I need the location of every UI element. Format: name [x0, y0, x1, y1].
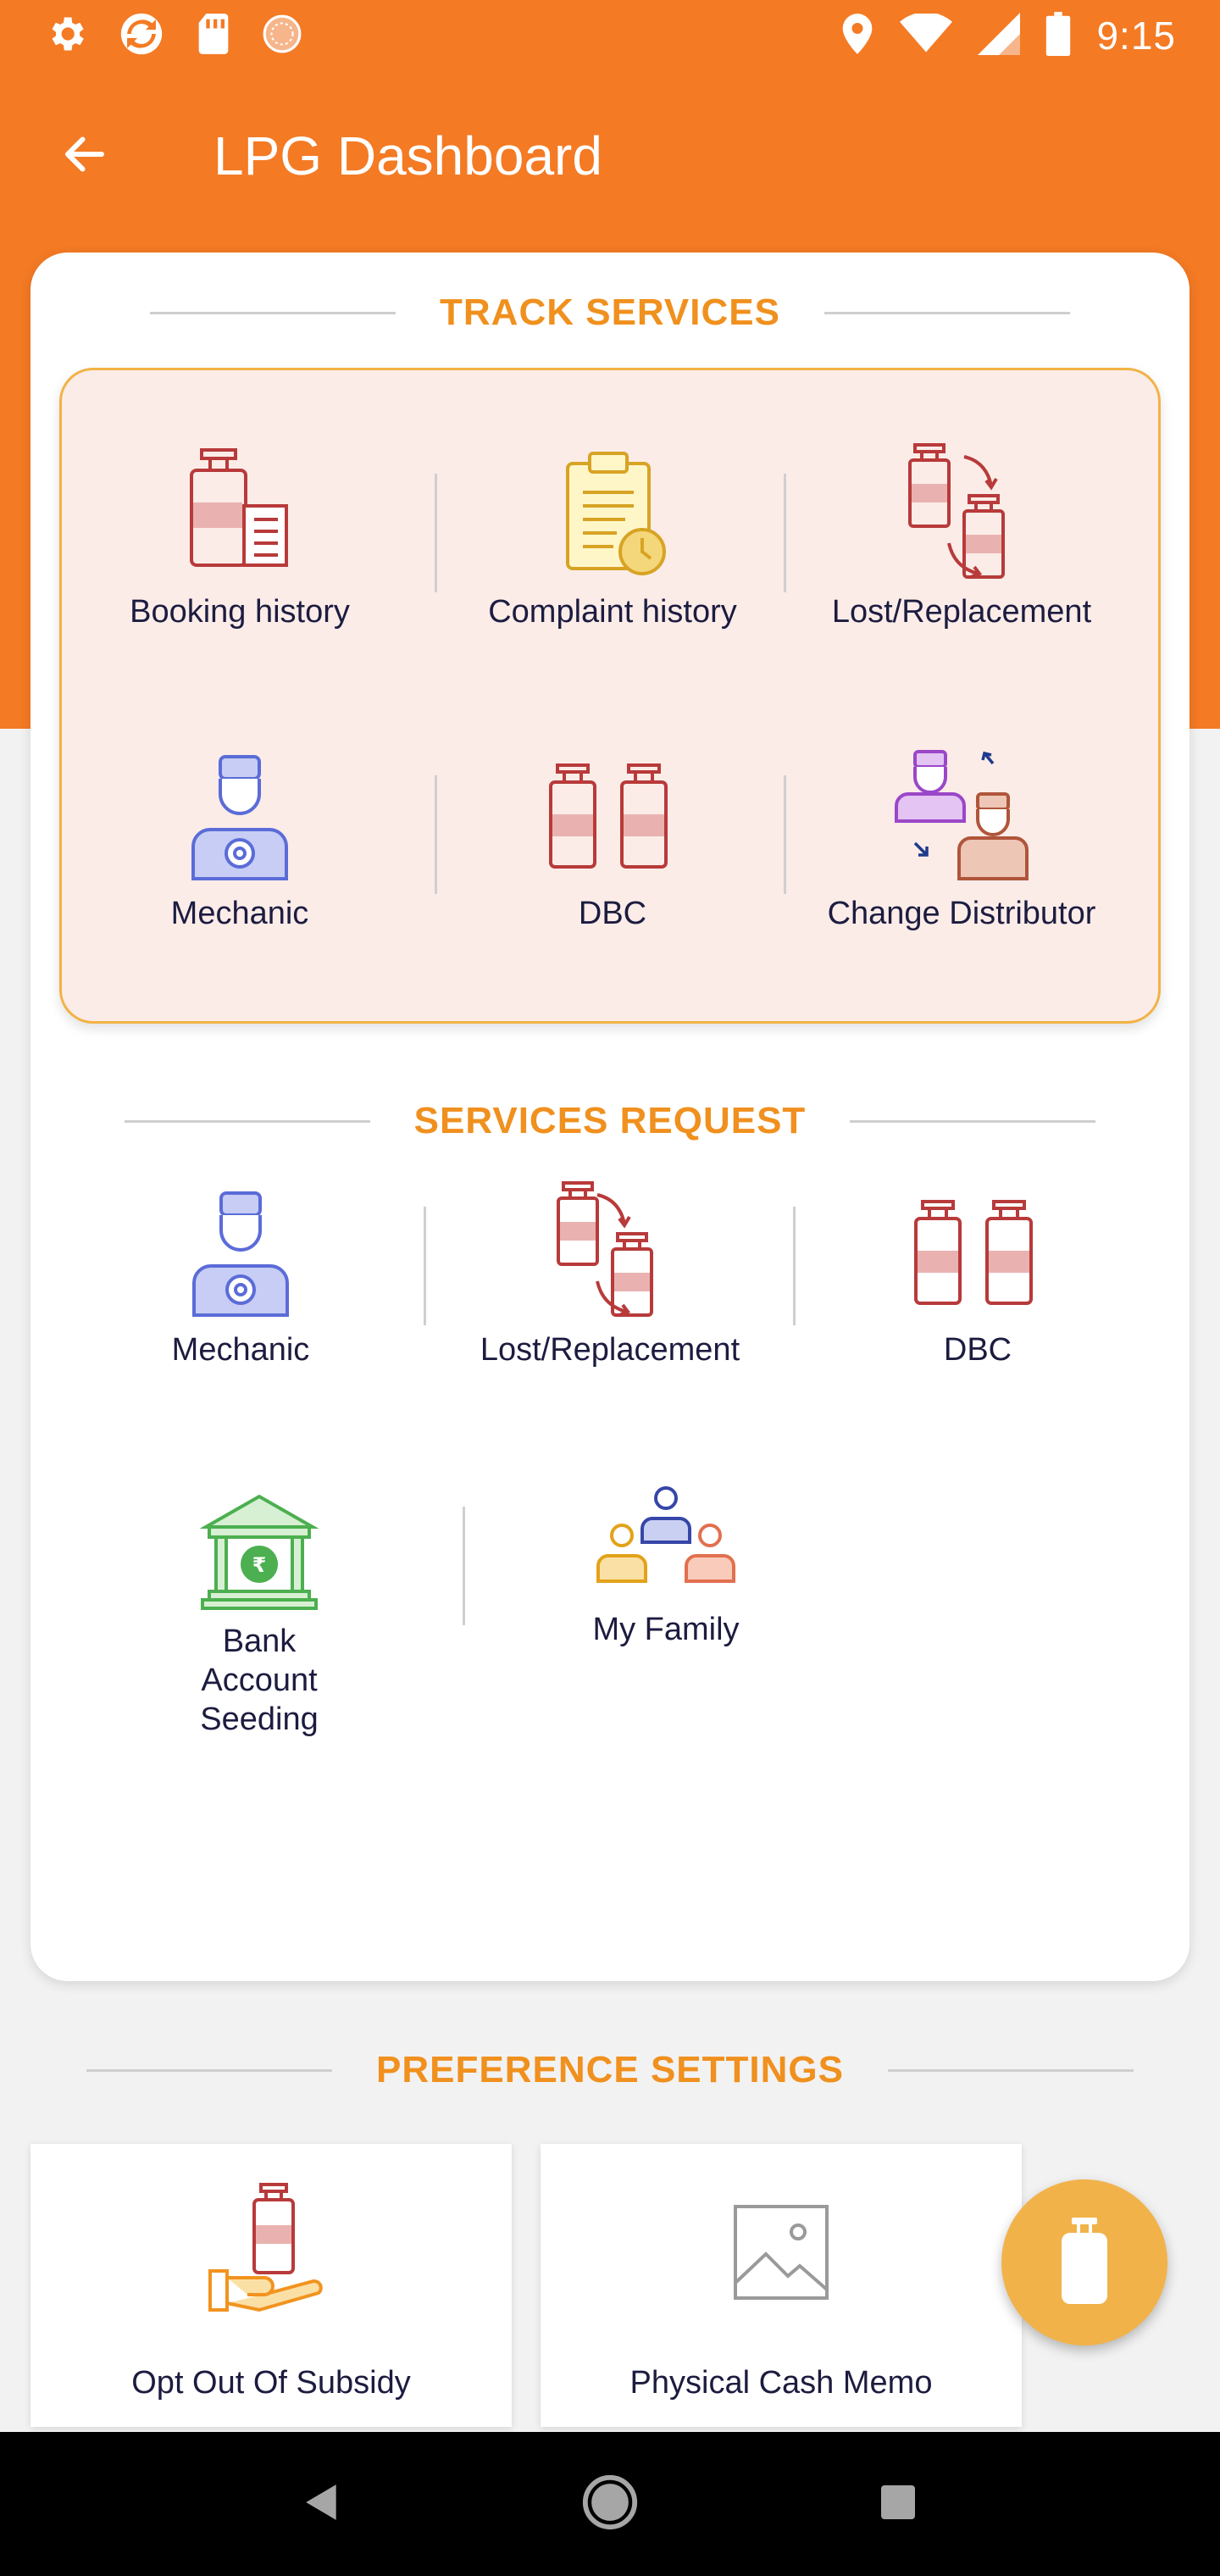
- page-title: LPG Dashboard: [214, 125, 602, 186]
- sd-card-icon: [195, 12, 232, 60]
- divider: [435, 775, 437, 894]
- track-lost-replacement[interactable]: Lost/Replacement: [794, 441, 1129, 631]
- pref-item-label: Physical Cash Memo: [629, 2365, 933, 2401]
- family-icon: [590, 1476, 742, 1603]
- request-my-family[interactable]: My Family: [539, 1476, 793, 1649]
- request-item-label: Lost/Replacement: [480, 1332, 740, 1368]
- nav-recents-button[interactable]: [860, 2466, 936, 2542]
- request-item-label: Bank Account Seeding: [200, 1624, 319, 1737]
- track-services-title: TRACK SERVICES: [440, 291, 780, 333]
- lost-replacement-icon: [546, 1180, 674, 1324]
- status-bar: 9:15: [0, 0, 1220, 71]
- divider: [86, 2068, 333, 2072]
- mechanic-icon: [177, 1180, 304, 1324]
- arrow-back-icon: [59, 129, 110, 184]
- status-time: 9:15: [1096, 14, 1176, 58]
- battery-icon: [1045, 11, 1071, 60]
- nav-home-button[interactable]: [572, 2466, 648, 2542]
- divider: [887, 2068, 1134, 2072]
- request-item-label: DBC: [943, 1332, 1012, 1368]
- services-request-header: SERVICES REQUEST: [30, 1100, 1190, 1142]
- request-lost-replacement[interactable]: Lost/Replacement: [441, 1180, 779, 1369]
- request-mechanic[interactable]: Mechanic: [114, 1180, 368, 1369]
- dbc-icon: [906, 1180, 1050, 1324]
- booking-history-icon: [176, 441, 303, 586]
- lost-replacement-icon: [898, 441, 1025, 586]
- svg-text:₹: ₹: [252, 1553, 267, 1577]
- triangle-back-icon: [301, 2480, 343, 2529]
- track-item-label: Mechanic: [170, 896, 309, 931]
- change-distributor-icon: [890, 743, 1034, 887]
- divider: [824, 311, 1070, 314]
- app-bar: LPG Dashboard: [0, 71, 1220, 241]
- sync-icon: [117, 9, 166, 63]
- request-item-label: Mechanic: [171, 1332, 310, 1368]
- divider: [784, 474, 786, 592]
- bank-icon: ₹: [196, 1488, 323, 1615]
- track-booking-history[interactable]: Booking history: [96, 441, 384, 631]
- track-item-label: DBC: [578, 896, 647, 931]
- track-complaint-history[interactable]: Complaint history: [445, 441, 780, 631]
- track-item-label: Complaint history: [488, 594, 737, 630]
- preference-settings-title: PREFERENCE SETTINGS: [376, 2049, 844, 2090]
- image-placeholder-icon: [732, 2203, 830, 2306]
- track-dbc[interactable]: DBC: [445, 743, 780, 933]
- divider: [424, 1207, 426, 1325]
- location-icon: [840, 12, 874, 60]
- divider: [784, 775, 786, 894]
- signal-icon: [978, 12, 1021, 59]
- track-services-panel: Booking history Complaint history Lost/R…: [59, 368, 1161, 1024]
- track-services-header: TRACK SERVICES: [30, 291, 1190, 334]
- complaint-history-icon: [549, 441, 676, 586]
- divider: [463, 1507, 465, 1625]
- request-bank-account-seeding[interactable]: ₹ Bank Account Seeding: [132, 1488, 386, 1739]
- divider: [150, 311, 396, 314]
- mechanic-icon: [176, 743, 303, 887]
- book-cylinder-fab[interactable]: [1001, 2179, 1167, 2346]
- circle-home-icon: [580, 2473, 640, 2536]
- track-mechanic[interactable]: Mechanic: [96, 743, 384, 933]
- track-change-distributor[interactable]: Change Distributor: [794, 743, 1129, 933]
- back-button[interactable]: [34, 105, 136, 207]
- subsidy-hand-icon: [203, 2178, 339, 2326]
- request-dbc[interactable]: DBC: [851, 1180, 1105, 1369]
- system-nav-bar: [0, 2432, 1220, 2576]
- nav-back-button[interactable]: [284, 2466, 360, 2542]
- track-item-label: Lost/Replacement: [831, 594, 1092, 630]
- opt-out-of-subsidy-card[interactable]: Opt Out Of Subsidy: [30, 2144, 512, 2427]
- track-item-label: Booking history: [130, 594, 350, 630]
- wifi-icon: [900, 11, 953, 58]
- divider: [124, 1119, 370, 1123]
- dbc-icon: [541, 743, 685, 887]
- divider: [793, 1207, 796, 1325]
- gas-cylinder-icon: [1055, 2214, 1114, 2312]
- preference-settings-header: PREFERENCE SETTINGS: [0, 2049, 1220, 2091]
- square-recents-icon: [878, 2482, 918, 2527]
- track-item-label: Change Distributor: [827, 896, 1096, 931]
- pref-item-label: Opt Out Of Subsidy: [131, 2365, 411, 2401]
- request-item-label: My Family: [592, 1612, 740, 1647]
- settings-icon: [44, 12, 88, 60]
- divider: [435, 474, 437, 592]
- divider: [850, 1119, 1096, 1123]
- chakra-icon: [261, 13, 303, 59]
- services-request-title: SERVICES REQUEST: [413, 1100, 807, 1141]
- physical-cash-memo-card[interactable]: Physical Cash Memo: [541, 2144, 1022, 2427]
